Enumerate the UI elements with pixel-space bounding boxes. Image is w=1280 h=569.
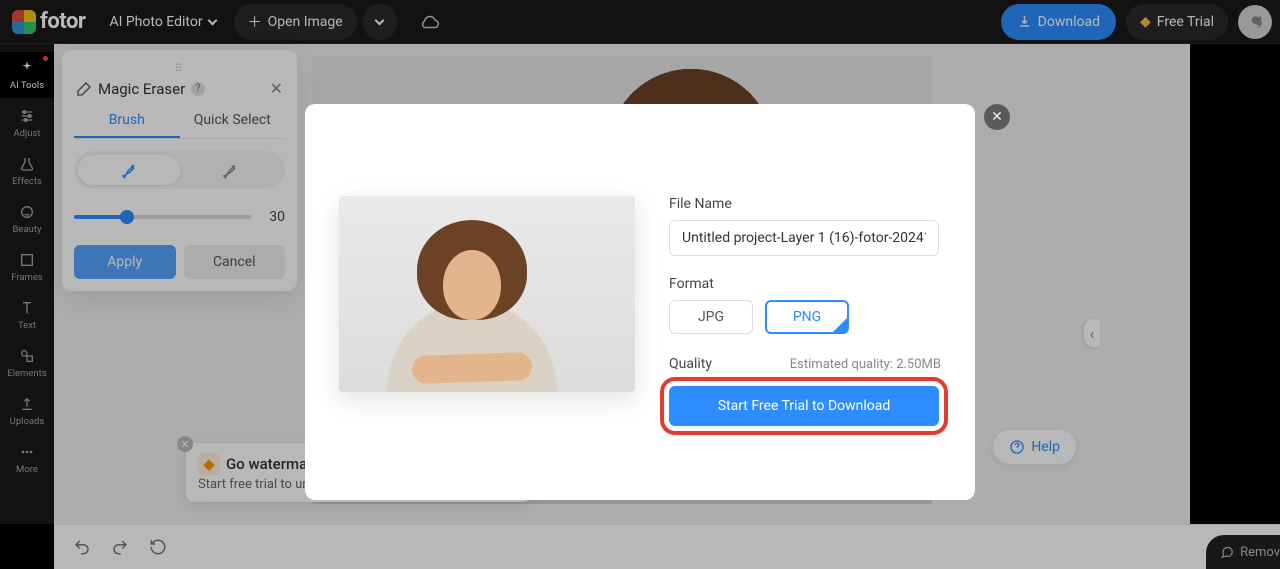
file-name-label: File Name — [669, 196, 941, 212]
modal-close-button[interactable]: ✕ — [984, 104, 1010, 130]
format-option-png[interactable]: PNG — [765, 300, 849, 334]
file-name-input[interactable] — [669, 220, 939, 256]
quality-label: Quality — [669, 356, 712, 372]
format-label: Format — [669, 276, 941, 292]
export-preview — [339, 196, 635, 392]
format-option-jpg[interactable]: JPG — [669, 300, 753, 334]
estimated-size: Estimated quality: 2.50MB — [790, 357, 941, 372]
start-trial-download-button[interactable]: Start Free Trial to Download — [669, 386, 939, 426]
modal-overlay[interactable]: ✕ File Name Format JPG PNG Quality Estim… — [0, 0, 1280, 569]
download-modal: ✕ File Name Format JPG PNG Quality Estim… — [305, 104, 975, 500]
